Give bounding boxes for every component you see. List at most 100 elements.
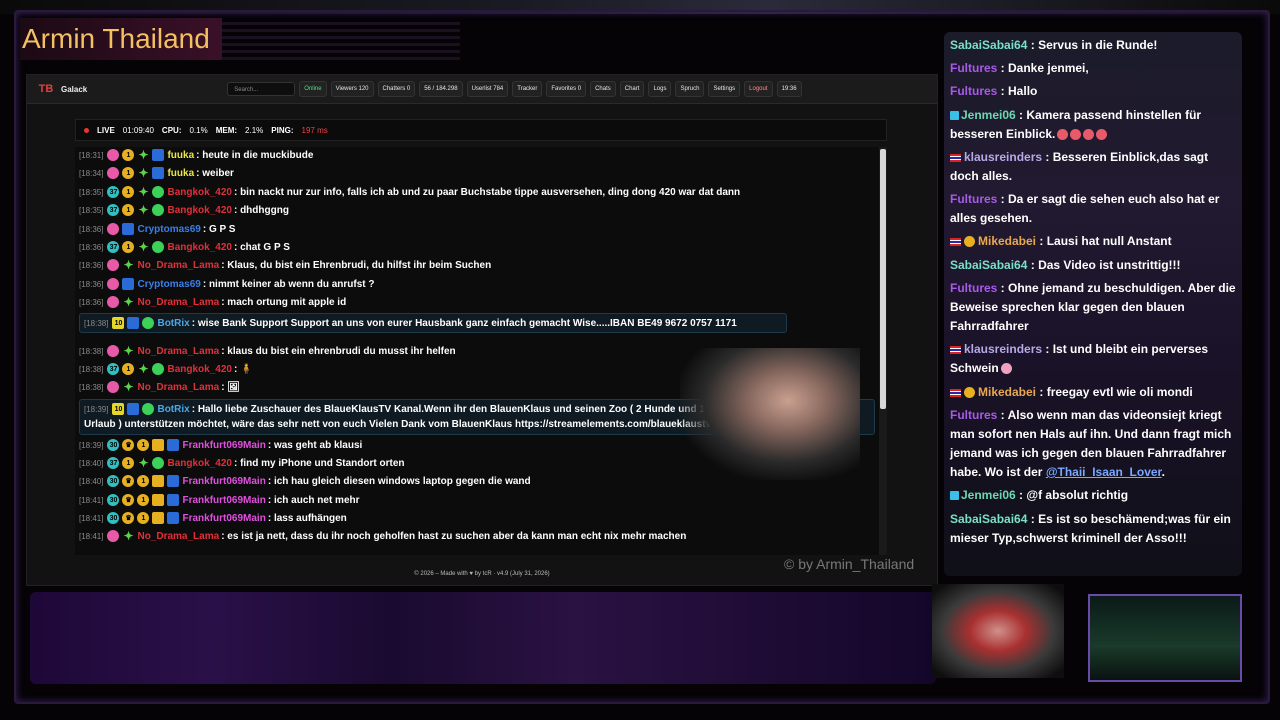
star-badge-icon: ✦ (123, 295, 134, 309)
streamer-webcam (680, 348, 860, 480)
chat-username[interactable]: Cryptomas69 (137, 224, 200, 235)
timestamp: [18:41] (79, 513, 104, 523)
chat-username[interactable]: No_Drama_Lama (137, 260, 219, 271)
overlay-message: Jenmei06 : @f absolut richtig (950, 486, 1238, 505)
thai-flag-icon (950, 237, 961, 246)
chats-button[interactable]: Chats (590, 81, 616, 97)
chat-username[interactable]: Frankfurt069Main (182, 440, 265, 451)
chatters-button[interactable]: Chatters 0 (377, 81, 416, 97)
chat-text: ich auch net mehr (273, 494, 360, 506)
sub-badge-icon (107, 381, 120, 393)
stream-title: Armin Thailand (20, 18, 222, 60)
star-badge-icon: ✦ (123, 380, 134, 394)
favorites-button[interactable]: Favorites 0 (546, 81, 587, 97)
sub-badge-icon (107, 167, 120, 179)
rank-badge-icon: 1 (122, 149, 135, 161)
chat-text: ich hau gleich diesen windows laptop geg… (273, 475, 531, 487)
cpu-value: 0.1% (189, 125, 208, 135)
thai-flag-icon (950, 153, 961, 162)
chat-username[interactable]: No_Drama_Lama (137, 297, 219, 308)
settings-button[interactable]: Settings (708, 81, 741, 97)
crown-badge-icon: ♛ (122, 512, 135, 524)
sub-badge-icon (950, 111, 959, 121)
chat-scrollbar[interactable] (879, 147, 887, 555)
timestamp: [18:38] (79, 364, 104, 374)
star-badge-icon: ✦ (138, 240, 149, 254)
chat-text: weiber (202, 167, 234, 179)
overlay-message: Fultures : Ohne jemand zu beschuldigen. … (950, 281, 1236, 333)
chat-username[interactable]: No_Drama_Lama (137, 382, 219, 393)
logout-button[interactable]: Logout (744, 81, 773, 97)
chat-text: find my iPhone und Standort orten (240, 457, 405, 469)
chat-text: 🖼 (227, 381, 240, 393)
overlay-username: Fultures (950, 192, 998, 206)
chat-username[interactable]: Bangkok_420 (167, 187, 231, 198)
chat-username[interactable]: Bangkok_420 (167, 205, 231, 216)
chat-username[interactable]: fuuka (167, 168, 194, 179)
app-logo-icon[interactable]: TB (37, 82, 55, 96)
search-input[interactable]: Search... (227, 82, 296, 96)
overlay-username: SabaiSabai64 (950, 512, 1028, 526)
viewers-button[interactable]: Viewers 120 (330, 81, 374, 97)
online-button[interactable]: Online (299, 81, 327, 97)
chat-username[interactable]: Frankfurt069Main (182, 513, 265, 524)
chat-username[interactable]: Bangkok_420 (167, 364, 231, 375)
chat-username[interactable]: No_Drama_Lama (137, 346, 219, 357)
chat-text: heute in die muckibude (202, 149, 314, 161)
status-bar: LIVE 01:09:40 CPU: 0.1% MEM: 2.1% PING: … (75, 119, 887, 141)
verified-badge-icon (142, 317, 155, 329)
sub-badge-icon (107, 530, 120, 542)
user-mention-link[interactable]: @Thaii_Isaan_Lover (1046, 465, 1162, 479)
sub-badge-icon: 37 (107, 204, 120, 216)
overlay-text: Danke jenmei, (1008, 61, 1089, 75)
rank-badge-icon: 1 (122, 204, 135, 216)
chat-message: [18:40] 37 1 ✦ Bangkok_420: find my iPho… (79, 456, 405, 470)
app-brand[interactable]: Galack (61, 85, 87, 94)
chat-username[interactable]: Bangkok_420 (167, 458, 231, 469)
chat-message: [18:36] 37 1 ✦ Bangkok_420: chat G P S (79, 240, 290, 254)
chat-message: [18:36] Cryptomas69: nimmt keiner ab wen… (79, 278, 375, 290)
overlay-message: Fultures : Also wenn man das videonsiejt… (950, 408, 1232, 479)
platform-badge-icon (152, 167, 165, 179)
chat-message: [18:35] 37 1 ✦ Bangkok_420: bin nackt nu… (79, 185, 741, 199)
overlay-message: Mikedabei : Lausi hat null Anstant (950, 232, 1238, 251)
chat-username[interactable]: No_Drama_Lama (137, 531, 219, 542)
star-badge-icon: ✦ (138, 185, 149, 199)
chat-message: [18:31] 1 ✦ fuuka: heute in die muckibud… (79, 148, 314, 162)
platform-badge-icon (152, 149, 165, 161)
userlist-button[interactable]: Userlist 784 (466, 81, 509, 97)
cpu-label: CPU: (161, 125, 182, 135)
spruch-button[interactable]: Spruch (675, 81, 705, 97)
logs-button[interactable]: Logs (648, 81, 672, 97)
verified-badge-icon (152, 186, 165, 198)
chat-username[interactable]: fuuka (167, 150, 194, 161)
scroll-thumb[interactable] (880, 149, 886, 409)
pig-emote-icon (1000, 363, 1012, 375)
timestamp: [18:36] (79, 297, 104, 307)
gift-badge-icon (152, 494, 165, 506)
chat-username[interactable]: BotRix (157, 404, 189, 415)
platform-badge-icon (122, 278, 135, 290)
messages-button[interactable]: 56 / 184.298 (419, 81, 463, 97)
chat-text: nimmt keiner ab wenn du anrufst ? (208, 278, 375, 290)
chat-message: [18:41] ✦ No_Drama_Lama: es ist ja nett,… (79, 529, 687, 543)
timestamp: [18:35] (79, 187, 104, 197)
overlay-message: Mikedabei : freegay evtl wie oli mondi (950, 383, 1238, 402)
chat-username[interactable]: Frankfurt069Main (182, 495, 265, 506)
chat-username[interactable]: Bangkok_420 (167, 242, 231, 253)
verified-badge-icon (152, 241, 165, 253)
chat-username[interactable]: Frankfurt069Main (182, 476, 265, 487)
tracker-button[interactable]: Tracker (512, 81, 543, 97)
overlay-message: klausreinders : Besseren Einblick,das sa… (950, 150, 1209, 183)
chat-text: was geht ab klausi (273, 439, 363, 451)
host-webcam (932, 584, 1064, 678)
chat-text-continued: Urlaub ) unterstützen möchtet, wäre das … (84, 419, 727, 430)
chat-username[interactable]: Cryptomas69 (137, 279, 200, 290)
thai-flag-icon (950, 388, 961, 397)
star-badge-icon: ✦ (138, 456, 149, 470)
chat-username[interactable]: BotRix (157, 318, 189, 329)
chat-message: [18:36] ✦ No_Drama_Lama: mach ortung mit… (79, 295, 347, 309)
chart-button[interactable]: Chart (619, 81, 645, 97)
chat-message: [18:38] 37 1 ✦ Bangkok_420: 🧍 (79, 362, 253, 376)
emote-icon (1057, 129, 1069, 141)
